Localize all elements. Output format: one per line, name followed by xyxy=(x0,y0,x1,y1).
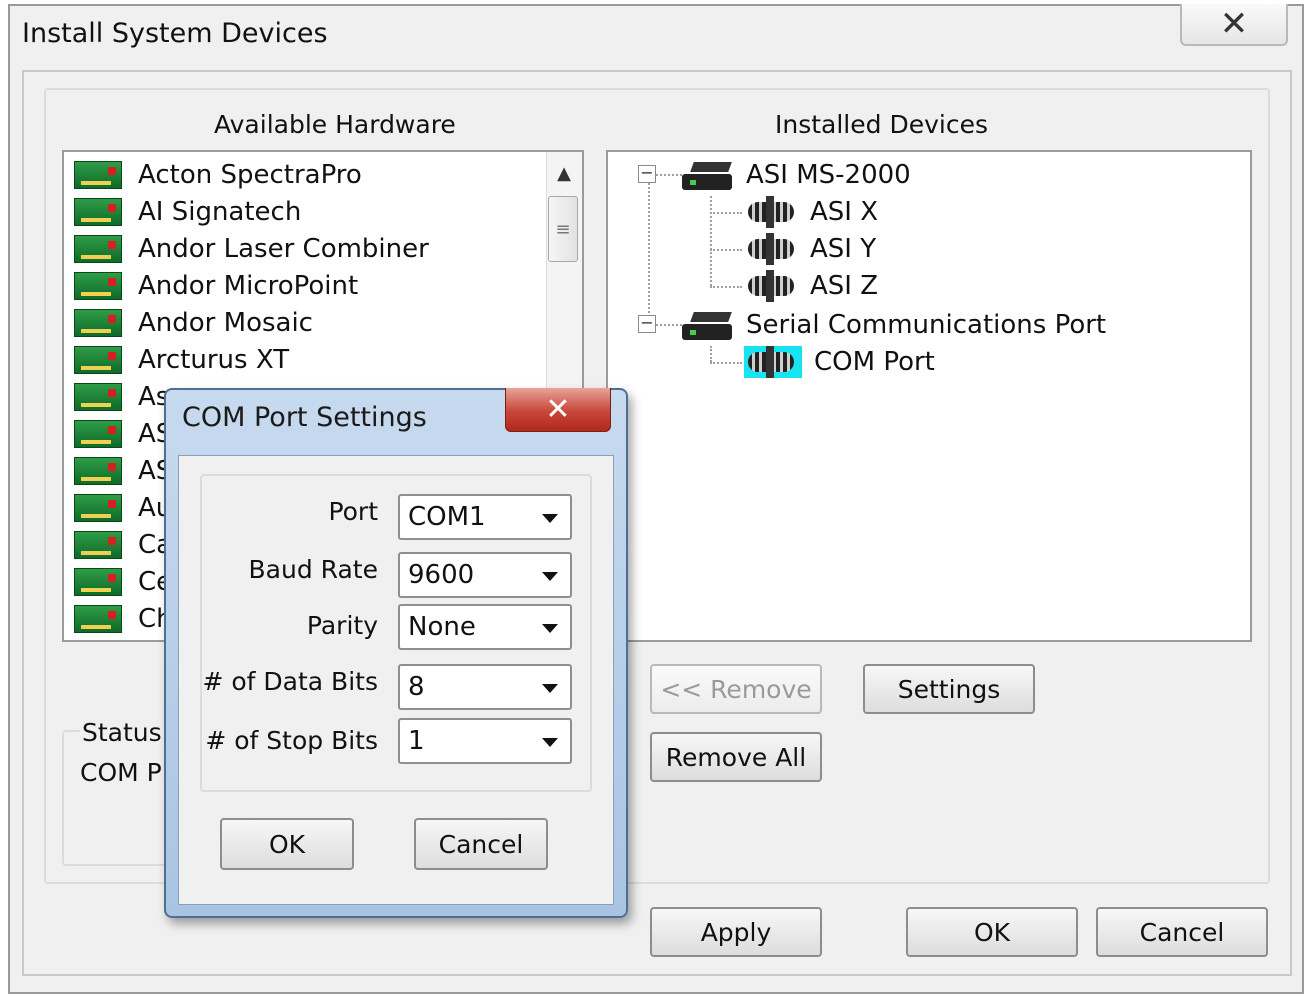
parity-select[interactable]: None xyxy=(398,604,572,650)
tree-node-label: ASI X xyxy=(810,196,879,227)
installed-devices-tree[interactable]: − − ASI MS-2000 ASI X ASI Y ASI Z Serial… xyxy=(606,150,1252,642)
list-item[interactable]: AI Signatech xyxy=(74,193,301,230)
window-title: Install System Devices xyxy=(22,18,328,49)
controller-device-icon xyxy=(682,310,736,340)
dialog-close-button[interactable]: ✕ xyxy=(505,388,611,432)
list-item[interactable]: Acton SpectraPro xyxy=(74,156,362,193)
parity-select-value: None xyxy=(408,612,476,642)
ok-button[interactable]: OK xyxy=(906,907,1078,957)
tree-node-asi-y[interactable]: ASI Y xyxy=(744,230,876,267)
chevron-down-icon xyxy=(542,738,558,747)
list-item[interactable]: AS xyxy=(74,415,172,452)
port-label: Port xyxy=(328,497,378,526)
collapse-icon[interactable]: − xyxy=(638,315,656,333)
available-hardware-header: Available Hardware xyxy=(214,110,456,139)
list-item[interactable]: Ce xyxy=(74,563,172,600)
tree-node-asi-x[interactable]: ASI X xyxy=(744,193,878,230)
data-bits-select[interactable]: 8 xyxy=(398,664,572,710)
hardware-card-icon xyxy=(74,271,122,300)
parity-label: Parity xyxy=(306,611,378,640)
port-select-value: COM1 xyxy=(408,502,486,532)
chevron-down-icon xyxy=(542,624,558,633)
settings-button[interactable]: Settings xyxy=(863,664,1035,714)
axis-device-icon xyxy=(744,269,798,302)
tree-node-label: ASI Z xyxy=(810,270,879,301)
list-item-label: Acton SpectraPro xyxy=(138,159,362,190)
list-item-label: Andor MicroPoint xyxy=(138,270,359,301)
scroll-up-arrow-icon[interactable]: ▲ xyxy=(546,156,582,192)
baud-rate-label: Baud Rate xyxy=(248,555,378,584)
axis-device-icon xyxy=(744,195,798,228)
hardware-card-icon xyxy=(74,604,122,633)
com-port-device-icon xyxy=(744,345,802,378)
tree-node-serial-port[interactable]: Serial Communications Port xyxy=(682,306,1106,343)
baud-rate-select-value: 9600 xyxy=(408,560,475,590)
dialog-ok-button[interactable]: OK xyxy=(220,818,354,870)
list-item[interactable]: Andor Mosaic xyxy=(74,304,313,341)
data-bits-label: # of Data Bits xyxy=(202,667,378,696)
list-item[interactable]: Arcturus XT xyxy=(74,341,289,378)
hardware-card-icon xyxy=(74,567,122,596)
stop-bits-select-value: 1 xyxy=(408,726,425,756)
tree-node-asi-ms-2000[interactable]: ASI MS-2000 xyxy=(682,156,911,193)
chevron-down-icon xyxy=(542,684,558,693)
dialog-cancel-button[interactable]: Cancel xyxy=(414,818,548,870)
hardware-card-icon xyxy=(74,530,122,559)
list-item-label: Andor Laser Combiner xyxy=(138,233,429,264)
controller-device-icon xyxy=(682,160,736,190)
hardware-card-icon xyxy=(74,234,122,263)
apply-button[interactable]: Apply xyxy=(650,907,822,957)
baud-rate-select[interactable]: 9600 xyxy=(398,552,572,598)
stop-bits-label: # of Stop Bits xyxy=(205,726,378,755)
installed-devices-header: Installed Devices xyxy=(775,110,988,139)
hardware-card-icon xyxy=(74,308,122,337)
remove-all-button[interactable]: Remove All xyxy=(650,732,822,782)
port-select[interactable]: COM1 xyxy=(398,494,572,540)
hardware-card-icon xyxy=(74,493,122,522)
hardware-card-icon xyxy=(74,160,122,189)
status-text: COM P xyxy=(80,758,162,787)
window-close-button[interactable]: ✕ xyxy=(1180,4,1288,46)
list-item[interactable]: AS xyxy=(74,452,172,489)
list-item[interactable]: Au xyxy=(74,489,172,526)
list-item[interactable]: Ca xyxy=(74,526,172,563)
cancel-button[interactable]: Cancel xyxy=(1096,907,1268,957)
collapse-icon[interactable]: − xyxy=(638,165,656,183)
chevron-down-icon xyxy=(542,572,558,581)
dialog-title: COM Port Settings xyxy=(182,402,427,433)
tree-node-label: Serial Communications Port xyxy=(746,309,1107,340)
tree-node-asi-z[interactable]: ASI Z xyxy=(744,267,878,304)
close-icon: ✕ xyxy=(545,392,571,427)
hardware-card-icon xyxy=(74,419,122,448)
list-item-label: Arcturus XT xyxy=(138,344,290,375)
tree-node-com-port[interactable]: COM Port xyxy=(744,343,935,380)
axis-device-icon xyxy=(744,232,798,265)
hardware-card-icon xyxy=(74,197,122,226)
hardware-card-icon xyxy=(74,345,122,374)
chevron-down-icon xyxy=(542,514,558,523)
tree-node-label: ASI MS-2000 xyxy=(746,159,911,190)
list-item-label: Andor Mosaic xyxy=(138,307,313,338)
list-item[interactable]: As xyxy=(74,378,169,415)
list-item[interactable]: Andor MicroPoint xyxy=(74,267,358,304)
status-label: Status xyxy=(80,718,164,747)
data-bits-select-value: 8 xyxy=(408,672,425,702)
scrollbar-thumb[interactable]: ≡ xyxy=(548,196,578,262)
list-item[interactable]: Andor Laser Combiner xyxy=(74,230,429,267)
list-item[interactable]: Ch xyxy=(74,600,173,637)
list-item-label: AI Signatech xyxy=(138,196,302,227)
remove-button[interactable]: << Remove xyxy=(650,664,822,714)
hardware-card-icon xyxy=(74,382,122,411)
hardware-card-icon xyxy=(74,456,122,485)
stop-bits-select[interactable]: 1 xyxy=(398,718,572,764)
tree-node-label: ASI Y xyxy=(810,233,877,264)
tree-node-label: COM Port xyxy=(814,346,935,377)
status-group xyxy=(62,730,172,866)
close-icon: ✕ xyxy=(1219,4,1249,44)
